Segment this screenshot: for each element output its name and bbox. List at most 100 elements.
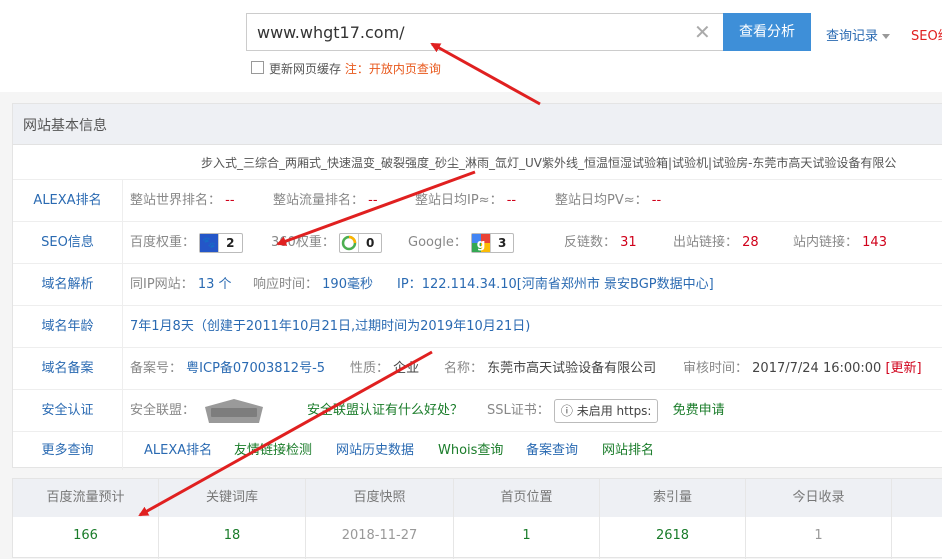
stat-value: 2018-11-27 (341, 528, 418, 543)
security-label[interactable]: 安全认证 (13, 390, 123, 432)
chevron-down-icon (882, 34, 891, 39)
stat-col-today: 今日收录 1 (746, 479, 892, 559)
cache-label[interactable]: 更新网页缓存 (269, 62, 341, 76)
info-icon: ⓘ (560, 403, 573, 418)
more-link-rank[interactable]: 网站排名 (602, 432, 654, 470)
more-link-history[interactable]: 网站历史数据 (336, 432, 414, 470)
google-icon: g (471, 233, 490, 252)
daily-pv-value: -- (651, 193, 662, 208)
more-label[interactable]: 更多查询 (13, 432, 123, 470)
same-ip: 同IP网站： 13 个 (130, 264, 232, 306)
daily-pv-key: 整站日均PV≈： (555, 193, 648, 208)
icp-number-value[interactable]: 粤ICP备07003812号-5 (186, 361, 325, 376)
dns-row: 域名解析 同IP网站： 13 个 响应时间： 190毫秒 IP：122.114.… (13, 263, 942, 306)
so-weight: 360权重： 0 (271, 222, 383, 264)
stat-col-traffic: 百度流量预计 166 (13, 479, 159, 559)
response-time: 响应时间： 190毫秒 (253, 264, 373, 306)
google-pr-value: 3 (489, 233, 513, 252)
stat-value: 166 (73, 528, 98, 543)
ssl-apply-link[interactable]: 免费申请 (673, 403, 725, 418)
age-row: 域名年龄 7年1月8天（创建于2011年10月21日,过期时间为2019年10月… (13, 305, 942, 348)
stat-header: 百度快照 (353, 490, 406, 505)
ssl-status-label: 未启用 https: (576, 403, 652, 418)
ssl-key: SSL证书： (487, 403, 550, 418)
ip-address: IP：122.114.34.10[河南省郑州市 景安BGP数据中心] (397, 264, 714, 306)
daily-pv: 整站日均PV≈： -- (555, 180, 661, 222)
stat-col-index: 索引量 2618 (600, 479, 746, 559)
url-input[interactable] (247, 14, 687, 50)
world-rank-value: -- (225, 193, 235, 208)
stat-value[interactable]: 18 (159, 517, 305, 555)
backlinks-value[interactable]: 31 (620, 235, 637, 250)
more-link-whois[interactable]: Whois查询 (438, 432, 503, 470)
inlinks-value[interactable]: 143 (862, 235, 887, 250)
union-stamp-icon[interactable] (199, 397, 269, 425)
icp-time: 审核时间： 2017/7/24 16:00:00 [更新] (683, 348, 922, 390)
ssl: SSL证书： ⓘ 未启用 https: 免费申请 (487, 390, 725, 432)
ssl-status-button[interactable]: ⓘ 未启用 https: (553, 398, 659, 423)
baidu-weight-key: 百度权重： (130, 235, 196, 250)
stat-col-homepage: 首页位置 1 (454, 479, 600, 559)
baidu-badge[interactable]: 🐾 2 (199, 232, 243, 253)
icp-name-key: 名称： (444, 361, 484, 376)
so-weight-value: 0 (357, 233, 381, 252)
security-row: 安全认证 安全联盟： 安全联盟认证有什么好处？ SSL证书： ⓘ 未启用 htt… (13, 389, 942, 432)
clear-icon[interactable]: ✕ (694, 20, 711, 44)
baidu-weight-value: 2 (218, 233, 241, 252)
ip-key: IP： (397, 277, 422, 292)
more-row: 更多查询 ALEXA排名 友情链接检测 网站历史数据 Whois查询 备案查询 … (13, 431, 942, 470)
search-box: ✕ (246, 13, 724, 51)
more-link-friendlinks[interactable]: 友情链接检测 (234, 432, 312, 470)
stat-col-snapshot: 百度快照 2018-11-27 (306, 479, 454, 559)
so-badge[interactable]: 0 (338, 232, 383, 253)
age-label[interactable]: 域名年龄 (13, 306, 123, 348)
world-rank-key: 整站世界排名： (130, 193, 222, 208)
cache-note: 注：开放内页查询 (344, 62, 441, 76)
daily-ip-key: 整站日均IP≈： (415, 193, 503, 208)
icp-number: 备案号： 粤ICP备07003812号-5 (130, 348, 325, 390)
site-title: 步入式_三综合_两厢式_快速温变_破裂强度_砂尘_淋雨_氙灯_UV紫外线_恒温恒… (201, 156, 897, 170)
analyze-button[interactable]: 查看分析 (723, 13, 811, 51)
stat-col-keywords: 关键词库 18 (159, 479, 306, 559)
google-pr: Google： g3 (408, 222, 515, 264)
panel-header: 网站基本信息 (13, 104, 942, 145)
traffic-rank: 整站流量排名： -- (273, 180, 378, 222)
traffic-rank-key: 整站流量排名： (273, 193, 365, 208)
daily-ip-value: -- (506, 193, 517, 208)
same-ip-key: 同IP网站： (130, 277, 194, 292)
history-label: 查询记录 (826, 29, 879, 44)
alexa-label[interactable]: ALEXA排名 (13, 180, 123, 222)
google-pr-key: Google： (408, 235, 467, 250)
security-union-key: 安全联盟： (130, 403, 196, 418)
cache-checkbox[interactable] (251, 61, 264, 74)
union-link[interactable]: 安全联盟认证有什么好处？ (307, 390, 463, 432)
icp-update-link[interactable]: [更新] (885, 361, 921, 376)
icp-label[interactable]: 域名备案 (13, 348, 123, 390)
icp-time-key: 审核时间： (683, 361, 749, 376)
seo-link[interactable]: SEO综 (911, 25, 942, 44)
world-rank: 整站世界排名： -- (130, 180, 235, 222)
icp-nature-key: 性质： (350, 361, 390, 376)
google-badge[interactable]: g3 (470, 232, 515, 253)
same-ip-value[interactable]: 13 个 (198, 277, 232, 292)
outlinks-value[interactable]: 28 (742, 235, 759, 250)
stats-table: 百度流量预计 166 关键词库 18 百度快照 2018-11-27 首页位置 … (12, 478, 942, 559)
outlinks-key: 出站链接： (673, 235, 739, 250)
seo-label[interactable]: SEO信息 (13, 222, 123, 264)
icp-nature: 性质： 企业 (350, 348, 419, 390)
traffic-rank-value: -- (368, 193, 378, 208)
backlinks: 反链数： 31 (564, 222, 637, 264)
inlinks-key: 站内链接： (793, 235, 859, 250)
more-link-icp[interactable]: 备案查询 (526, 432, 578, 470)
stat-header: 百度流量预计 (46, 490, 125, 505)
ip-value[interactable]: 122.114.34.10[河南省郑州市 景安BGP数据中心] (422, 277, 714, 292)
icp-name: 名称： 东莞市高天试验设备有限公司 (444, 348, 656, 390)
dns-label[interactable]: 域名解析 (13, 264, 123, 306)
site-info-panel: 网站基本信息 步入式_三综合_两厢式_快速温变_破裂强度_砂尘_淋雨_氙灯_UV… (12, 103, 942, 470)
so-weight-key: 360权重： (271, 235, 335, 250)
icp-number-key: 备案号： (130, 361, 183, 376)
more-link-alexa[interactable]: ALEXA排名 (144, 432, 212, 470)
history-dropdown[interactable]: 查询记录 (826, 25, 891, 44)
icp-row: 域名备案 备案号： 粤ICP备07003812号-5 性质： 企业 名称： 东莞… (13, 347, 942, 390)
stat-value[interactable]: 2618 (600, 517, 745, 555)
